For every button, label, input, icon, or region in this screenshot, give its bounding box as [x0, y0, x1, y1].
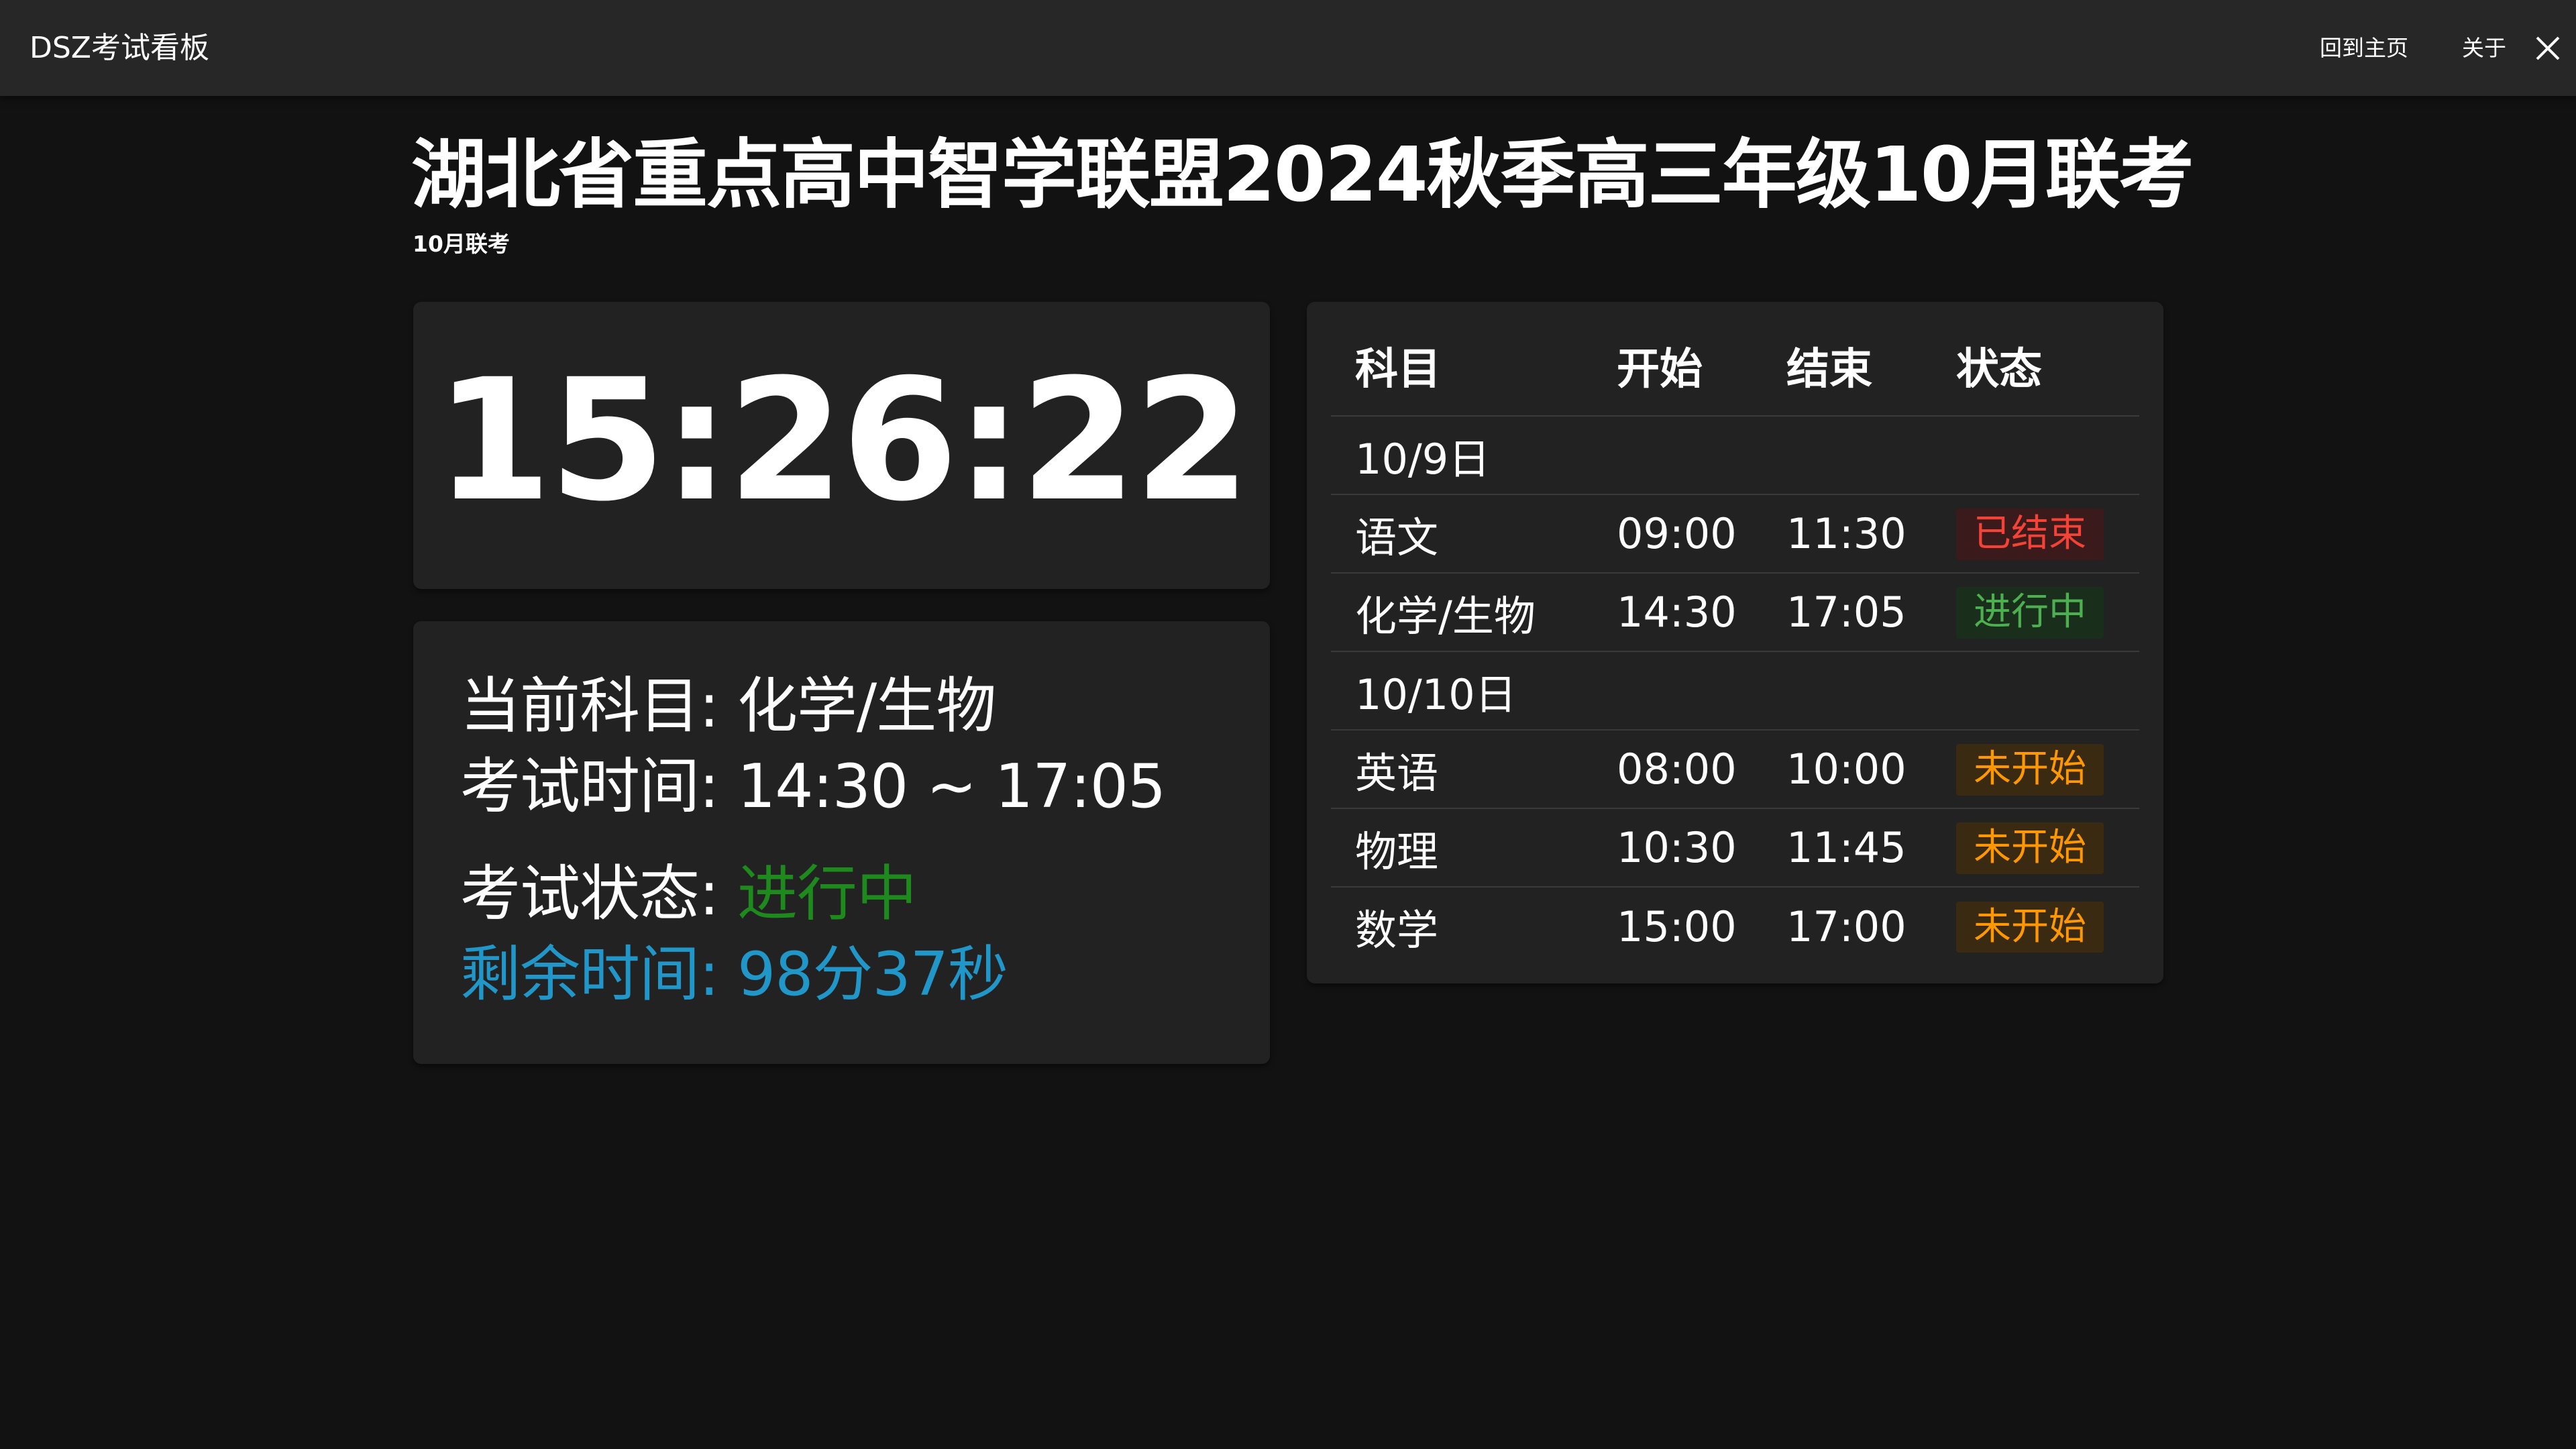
row-end: 17:00 [1786, 902, 1907, 951]
header-status: 状态 [1932, 315, 2139, 417]
row-status-cell: 未开始 [1932, 730, 2139, 809]
current-subject-line: 当前科目: 化学/生物 [460, 676, 996, 737]
current-subject-label: 当前科目: [460, 671, 737, 741]
exam-time-line: 考试时间: 14:30 ~ 17:05 [460, 757, 1166, 817]
schedule-table: 科目 开始 结束 状态 10/9日 语文 09:00 11:30 已结束 化学/… [1331, 315, 2139, 965]
header-start: 开始 [1593, 315, 1762, 417]
exam-time-label: 考试时间: [460, 751, 737, 822]
current-time-clock: 15:26:22 [435, 343, 1251, 538]
status-badge: 已结束 [1956, 508, 2104, 560]
date-label: 10/9日 [1331, 416, 2139, 495]
row-end: 11:30 [1762, 494, 1932, 574]
remaining-time-line: 剩余时间: 98分37秒 [460, 945, 1008, 1005]
exam-status-value: 进行中 [737, 859, 917, 929]
exam-subtitle: 10月联考 [413, 231, 510, 257]
row-end: 10:00 [1762, 730, 1932, 809]
date-row: 10/9日 [1331, 416, 2139, 495]
row-start: 08:00 [1593, 730, 1762, 809]
schedule-card: 科目 开始 结束 状态 10/9日 语文 09:00 11:30 已结束 化学/… [1307, 302, 2163, 983]
app-title: DSZ考试看板 [30, 30, 209, 65]
exam-status-label: 考试状态: [460, 859, 737, 929]
row-start: 09:00 [1593, 494, 1762, 574]
table-row: 物理 10:30 11:45 未开始 [1331, 808, 2139, 888]
row-status-cell: 未开始 [1932, 887, 2139, 965]
row-subject: 化学/生物 [1331, 573, 1593, 652]
date-row: 10/10日 [1331, 651, 2139, 731]
row-end: 17:05 [1762, 573, 1932, 652]
remaining-time-value: 98分37秒 [737, 939, 1008, 1010]
clock-card: 15:26:22 [413, 302, 1270, 589]
table-row: 数学 15:00 17:00 未开始 [1331, 887, 2139, 965]
home-button[interactable]: 回到主页 [2320, 37, 2408, 59]
status-badge: 未开始 [1956, 822, 2104, 874]
schedule-header-row: 科目 开始 结束 状态 [1331, 315, 2139, 417]
row-subject: 语文 [1331, 494, 1593, 574]
header-end: 结束 [1762, 315, 1932, 417]
row-subject: 物理 [1331, 808, 1593, 888]
row-status-cell: 进行中 [1932, 573, 2139, 652]
row-end: 11:45 [1762, 808, 1932, 888]
exam-title: 湖北省重点高中智学联盟2024秋季高三年级10月联考 [411, 131, 2194, 219]
status-badge: 未开始 [1956, 901, 2104, 953]
row-subject: 数学 [1355, 906, 1439, 955]
remaining-time-label: 剩余时间: [460, 939, 737, 1010]
table-row: 语文 09:00 11:30 已结束 [1331, 494, 2139, 574]
row-start: 15:00 [1617, 902, 1737, 951]
date-label: 10/10日 [1331, 651, 2139, 731]
row-start: 14:30 [1593, 573, 1762, 652]
row-status-cell: 未开始 [1932, 808, 2139, 888]
table-row: 化学/生物 14:30 17:05 进行中 [1331, 573, 2139, 652]
top-app-bar: DSZ考试看板 回到主页 关于 [0, 0, 2576, 96]
exam-status-line: 考试状态: 进行中 [460, 864, 917, 924]
row-status-cell: 已结束 [1932, 494, 2139, 574]
status-badge: 进行中 [1956, 587, 2104, 639]
current-subject-value: 化学/生物 [737, 671, 996, 741]
about-button[interactable]: 关于 [2462, 37, 2506, 59]
row-start: 10:30 [1593, 808, 1762, 888]
table-row: 英语 08:00 10:00 未开始 [1331, 730, 2139, 809]
exam-time-value: 14:30 ~ 17:05 [737, 751, 1166, 822]
header-subject: 科目 [1331, 315, 1593, 417]
close-icon[interactable] [2534, 35, 2561, 62]
current-exam-card: 当前科目: 化学/生物 考试时间: 14:30 ~ 17:05 考试状态: 进行… [413, 621, 1270, 1064]
row-subject: 英语 [1331, 730, 1593, 809]
status-badge: 未开始 [1956, 744, 2104, 796]
